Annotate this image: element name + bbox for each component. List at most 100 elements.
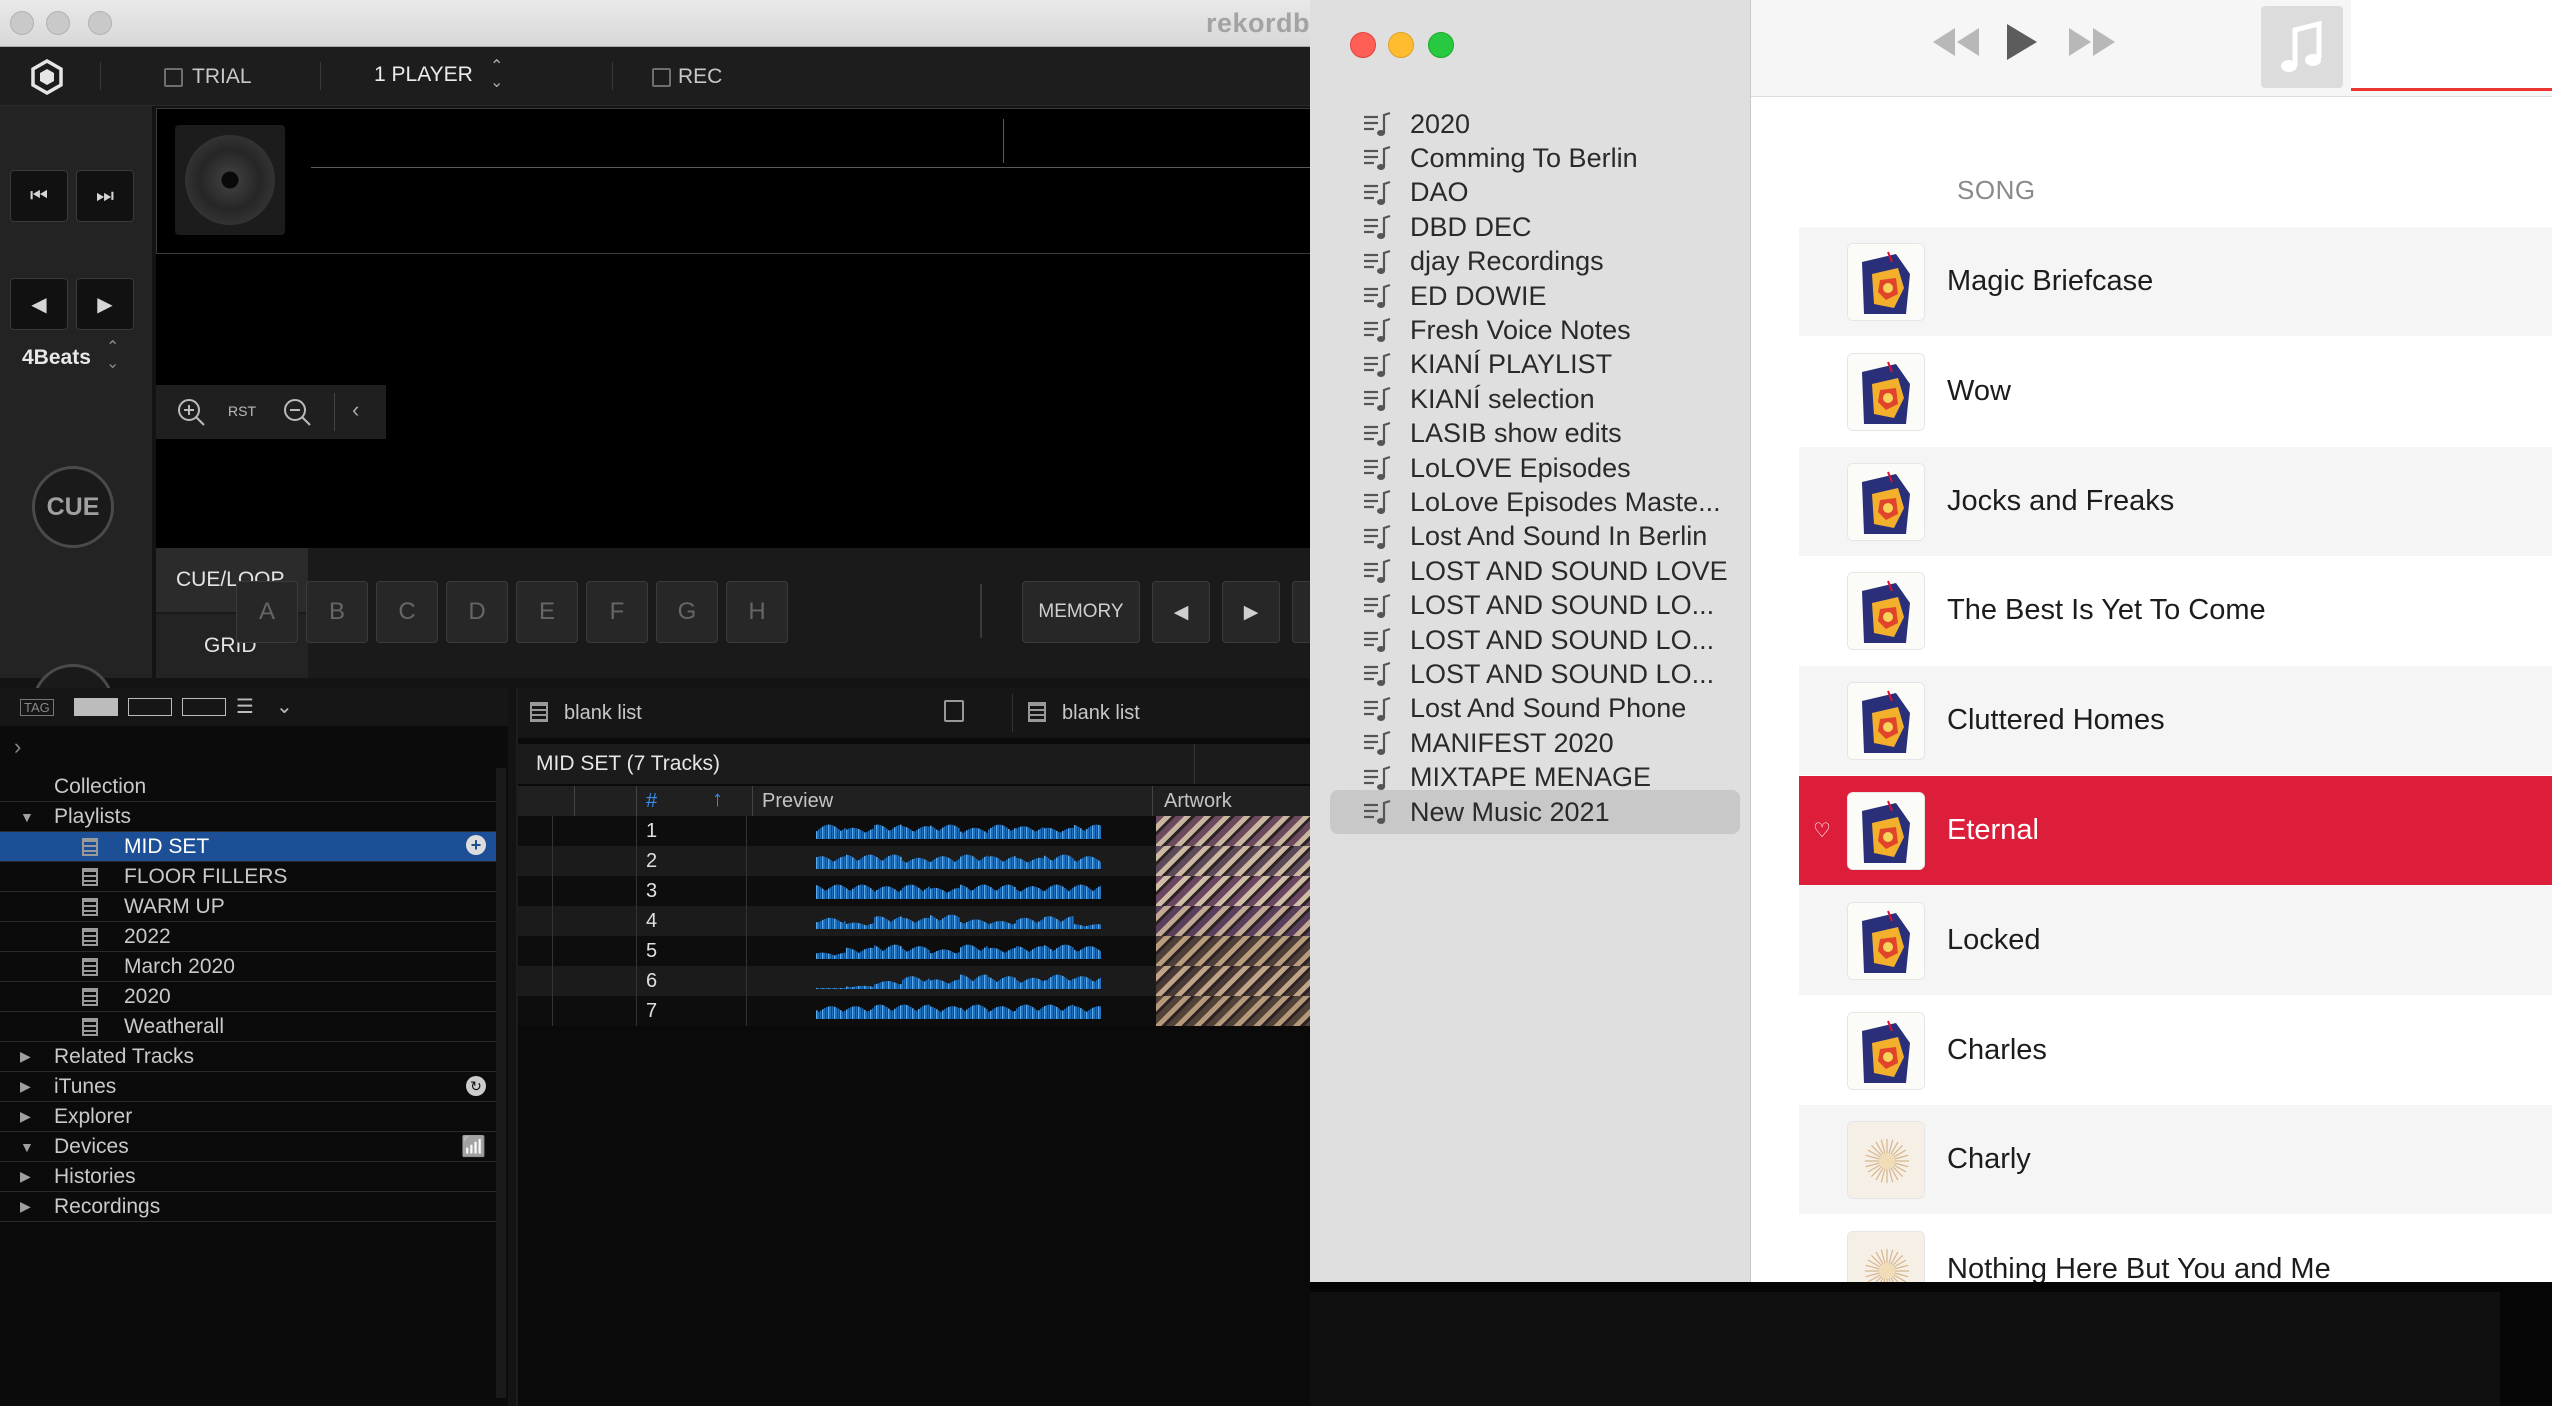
- tree-section[interactable]: ▼ Devices 📶: [0, 1132, 496, 1162]
- tree-playlist-item[interactable]: 2022: [0, 922, 496, 952]
- sort-ascending-icon[interactable]: ↑: [712, 786, 723, 812]
- minimize-button[interactable]: [1388, 32, 1414, 58]
- rec-checkbox[interactable]: [652, 68, 671, 87]
- waveform-overview[interactable]: [156, 108, 1312, 254]
- memory-button[interactable]: MEMORY: [1022, 581, 1140, 643]
- minimize-button[interactable]: [46, 11, 70, 35]
- playlist-name: LOST AND SOUND LOVE: [1410, 555, 1728, 586]
- song-row[interactable]: Nothing Here But You and Me: [1799, 1215, 2552, 1282]
- list-tab-2[interactable]: blank list: [1062, 702, 1140, 725]
- zoom-out-icon[interactable]: [282, 397, 312, 432]
- info-icon[interactable]: [944, 700, 964, 722]
- tree-playlist-item[interactable]: March 2020: [0, 952, 496, 982]
- track-waveform-preview[interactable]: [816, 973, 1101, 989]
- column-number[interactable]: #: [646, 790, 657, 813]
- hot-cue-d-button[interactable]: D: [446, 581, 508, 643]
- close-button[interactable]: [1350, 32, 1376, 58]
- tree-playlist-item[interactable]: 2020: [0, 982, 496, 1012]
- song-row[interactable]: Charles: [1799, 996, 2552, 1105]
- hot-cue-a-button[interactable]: A: [236, 581, 298, 643]
- column-song[interactable]: SONG: [1957, 175, 2036, 206]
- table-row[interactable]: 4: [516, 906, 1310, 936]
- zoom-in-icon[interactable]: [176, 397, 206, 432]
- track-waveform-preview[interactable]: [816, 943, 1101, 959]
- song-row[interactable]: Jocks and Freaks: [1799, 446, 2552, 556]
- tree-playlist-item[interactable]: Weatherall: [0, 1012, 496, 1042]
- track-forward-button[interactable]: ⏭: [76, 170, 134, 222]
- now-playing-display[interactable]: [2351, 0, 2552, 91]
- track-back-button[interactable]: ⏮: [10, 170, 68, 222]
- hot-cue-e-button[interactable]: E: [516, 581, 578, 643]
- chevron-down-icon[interactable]: ⌄: [276, 694, 293, 719]
- table-row[interactable]: 3: [516, 876, 1310, 906]
- song-row[interactable]: Magic Briefcase: [1799, 227, 2552, 336]
- rewind-icon[interactable]: [1931, 24, 1981, 65]
- table-row[interactable]: 6: [516, 966, 1310, 996]
- zoom-button[interactable]: [88, 11, 112, 35]
- memory-delete-button[interactable]: [1292, 581, 1312, 643]
- zoom-button[interactable]: [1428, 32, 1454, 58]
- updown-chevron-icon[interactable]: ⌃ ⌄: [106, 340, 119, 372]
- player-mode-select[interactable]: 1 PLAYER: [374, 63, 473, 87]
- beat-jump-value[interactable]: 4Beats: [22, 346, 91, 370]
- column-preview[interactable]: Preview: [762, 790, 833, 813]
- rekordbox-logo-icon[interactable]: [28, 58, 66, 101]
- track-waveform-preview[interactable]: [816, 1003, 1101, 1019]
- sidebar-playlist-item[interactable]: New Music 2021: [1330, 790, 1740, 834]
- track-waveform-preview[interactable]: [816, 913, 1101, 929]
- layout-3-button[interactable]: [182, 698, 226, 716]
- expand-chevron-icon[interactable]: ›: [14, 734, 21, 760]
- cue-button[interactable]: CUE: [32, 466, 114, 548]
- wifi-device-icon[interactable]: 📶: [461, 1134, 486, 1159]
- list-tab-1[interactable]: blank list: [564, 702, 642, 725]
- tag-button[interactable]: TAG: [20, 699, 54, 716]
- add-icon[interactable]: +: [466, 835, 486, 855]
- close-button[interactable]: [10, 11, 34, 35]
- track-waveform-preview[interactable]: [816, 883, 1101, 899]
- play-icon[interactable]: [2003, 20, 2039, 69]
- list-view-icon[interactable]: ☰: [236, 694, 254, 719]
- column-artwork[interactable]: Artwork: [1164, 790, 1232, 813]
- tree-playlist-item[interactable]: FLOOR FILLERS: [0, 862, 496, 892]
- tree-playlist-item[interactable]: MID SET +: [0, 832, 496, 862]
- tree-playlists[interactable]: ▼ Playlists: [0, 802, 496, 832]
- refresh-icon[interactable]: ↻: [466, 1076, 486, 1096]
- song-row[interactable]: Wow: [1799, 337, 2552, 446]
- song-row[interactable]: The Best Is Yet To Come: [1799, 556, 2552, 665]
- updown-chevron-icon[interactable]: ⌃ ⌄: [490, 59, 503, 91]
- table-row[interactable]: 5: [516, 936, 1310, 966]
- heart-icon[interactable]: ♡: [1813, 818, 1831, 843]
- hot-cue-h-button[interactable]: H: [726, 581, 788, 643]
- hot-cue-c-button[interactable]: C: [376, 581, 438, 643]
- hot-cue-f-button[interactable]: F: [586, 581, 648, 643]
- memory-next-button[interactable]: ▶: [1222, 581, 1280, 643]
- tree-collection[interactable]: Collection: [0, 772, 496, 802]
- trial-checkbox[interactable]: [164, 68, 183, 87]
- tree-section[interactable]: ▶ Recordings: [0, 1192, 496, 1222]
- tree-scrollbar[interactable]: [496, 768, 506, 1398]
- hot-cue-g-button[interactable]: G: [656, 581, 718, 643]
- song-row[interactable]: Charly: [1799, 1105, 2552, 1215]
- table-row[interactable]: 2: [516, 846, 1310, 876]
- song-row[interactable]: Cluttered Homes: [1799, 666, 2552, 776]
- layout-1-button[interactable]: [74, 698, 118, 716]
- layout-2-button[interactable]: [128, 698, 172, 716]
- tree-section[interactable]: ▶ iTunes ↻: [0, 1072, 496, 1102]
- memory-prev-button[interactable]: ◀: [1152, 581, 1210, 643]
- song-row[interactable]: Locked: [1799, 885, 2552, 995]
- fast-forward-icon[interactable]: [2067, 24, 2117, 65]
- table-row[interactable]: 1: [516, 816, 1310, 846]
- track-waveform-preview[interactable]: [816, 853, 1101, 869]
- tree-section[interactable]: ▶ Explorer: [0, 1102, 496, 1132]
- table-row[interactable]: 7: [516, 996, 1310, 1026]
- song-row[interactable]: ♡ Eternal: [1799, 776, 2552, 885]
- zoom-reset-button[interactable]: RST: [228, 403, 256, 419]
- tree-section[interactable]: ▶ Related Tracks: [0, 1042, 496, 1072]
- beat-jump-back-button[interactable]: ◀: [10, 278, 68, 330]
- track-waveform-preview[interactable]: [816, 823, 1101, 839]
- hot-cue-b-button[interactable]: B: [306, 581, 368, 643]
- chevron-left-icon[interactable]: ‹: [352, 397, 359, 423]
- beat-jump-forward-button[interactable]: ▶: [76, 278, 134, 330]
- tree-playlist-item[interactable]: WARM UP: [0, 892, 496, 922]
- tree-section[interactable]: ▶ Histories: [0, 1162, 496, 1192]
